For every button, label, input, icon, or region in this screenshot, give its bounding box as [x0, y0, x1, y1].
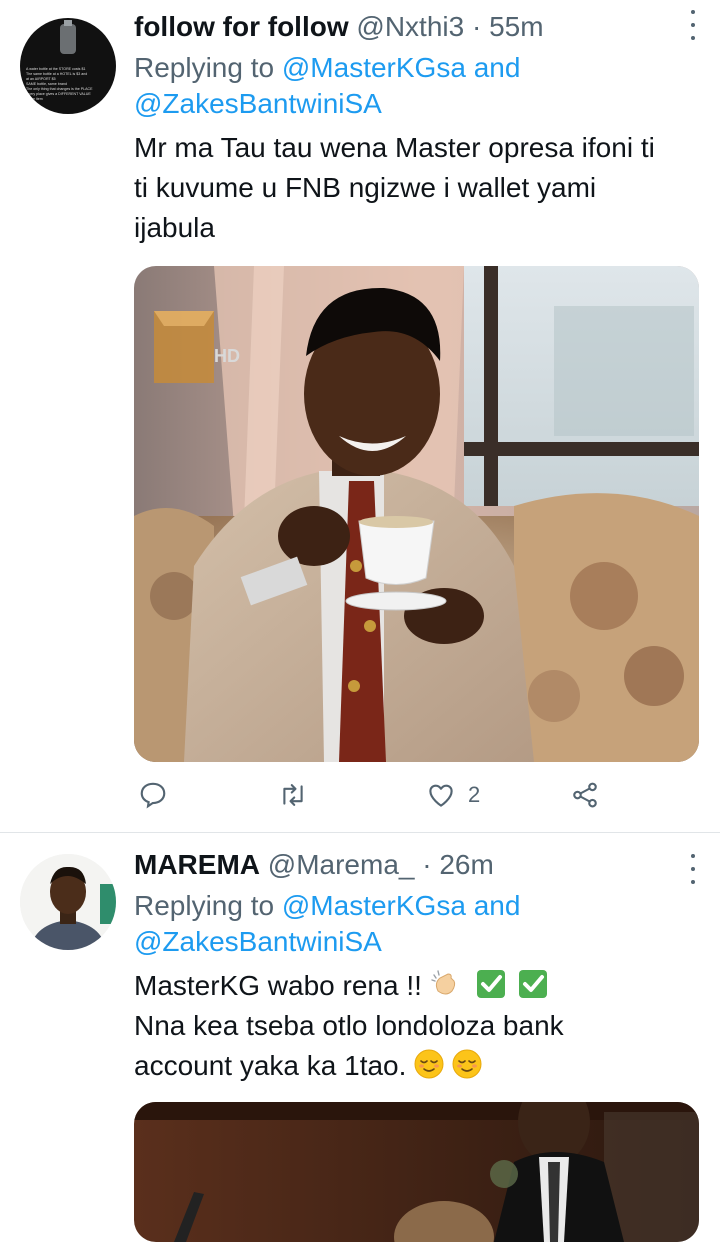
replying-to-label: Replying to [134, 890, 275, 921]
tweet-header: MAREMA @Marema_ · 26m [134, 848, 699, 882]
tweet-time[interactable]: 26m [439, 849, 493, 880]
reply-mention-masterkgsa[interactable]: @MasterKGsa [282, 890, 466, 921]
replying-to-label: Replying to [134, 52, 275, 83]
replying-to-line-2: @ZakesBantwiniSA [134, 924, 699, 960]
reply-mention-zakesbantwinisa[interactable]: @ZakesBantwiniSA [134, 88, 382, 119]
clap-emoji [430, 970, 455, 995]
svg-text:A water bottle at the STORE co: A water bottle at the STORE costs $1 [26, 67, 85, 71]
photo-illustration [134, 1102, 699, 1242]
user-handle[interactable]: @Nxthi3 [356, 11, 464, 42]
display-name[interactable]: follow for follow [134, 11, 349, 42]
share-icon [573, 782, 597, 808]
tweet-1[interactable]: A water bottle at the STORE costs $1 The… [0, 0, 720, 830]
tweet-divider [0, 832, 720, 833]
reply-icon [140, 782, 166, 809]
reply-button[interactable] [138, 780, 180, 810]
avatar-image: A water bottle at the STORE costs $1 The… [20, 18, 116, 114]
svg-text:The only thing that changes is: The only thing that changes is the PLACE [26, 87, 93, 91]
display-name[interactable]: MAREMA [134, 849, 260, 880]
tweet-2[interactable]: MAREMA @Marema_ · 26m Replying to @Maste… [0, 834, 720, 1242]
tweet-text-line: account yaka ka 1tao. [134, 1046, 699, 1086]
svg-text:SAME bottle, same brand: SAME bottle, same brand [26, 82, 67, 86]
tweet-text-line: ti kuvume u FNB ngizwe i wallet yami [134, 172, 597, 203]
relieved-emoji [452, 1049, 482, 1079]
tweet-text-line: Mr ma Tau tau wena Master opresa ifoni t… [134, 132, 655, 163]
like-button[interactable]: 2 [426, 780, 480, 810]
reply-and-text: and [473, 52, 521, 83]
photo-illustration: HD [134, 266, 699, 762]
more-icon[interactable] [688, 10, 698, 40]
reply-and-text: and [473, 890, 521, 921]
tweet-text-line: ijabula [134, 212, 215, 243]
svg-text:The same bottle at a HOTEL is: The same bottle at a HOTEL is $3 and [26, 72, 87, 76]
tweet-header: follow for follow @Nxthi3 · 55m [134, 10, 699, 44]
share-button[interactable] [570, 780, 600, 810]
retweet-icon [283, 784, 303, 806]
svg-text:Every place gives a DIFFERENT: Every place gives a DIFFERENT VALUE [26, 92, 91, 96]
replying-to: Replying to @MasterKGsa and [134, 888, 699, 924]
relieved-emoji [414, 1049, 444, 1079]
replying-to: Replying to @MasterKGsa and [134, 50, 699, 86]
like-count: 2 [468, 782, 481, 807]
like-icon [429, 784, 453, 807]
time-separator: · [422, 849, 432, 880]
avatar-nxthi3[interactable]: A water bottle at the STORE costs $1 The… [20, 18, 116, 114]
avatar-image [20, 854, 116, 950]
retweet-button[interactable] [277, 780, 321, 810]
tweet-photo[interactable]: HD [134, 266, 699, 762]
tweet-text-segment: account yaka ka 1tao. [134, 1050, 407, 1081]
tweet-actions: 2 [134, 780, 614, 820]
check-emoji [519, 970, 548, 998]
svg-text:to the item: to the item [26, 97, 43, 101]
user-handle[interactable]: @Marema_ [268, 849, 415, 880]
reply-mention-zakesbantwinisa[interactable]: @ZakesBantwiniSA [134, 926, 382, 957]
tweet-text-segment: MasterKG wabo rena !! [134, 970, 422, 1001]
svg-text:HD: HD [214, 346, 240, 366]
replying-to-line-2: @ZakesBantwiniSA [134, 86, 699, 122]
avatar-marema[interactable] [20, 854, 116, 950]
tweet-text: MasterKG wabo rena !! Nna kea tseba otlo… [134, 966, 699, 1086]
tweet-photo[interactable] [134, 1102, 699, 1242]
svg-text:at an AIRPORT $5: at an AIRPORT $5 [26, 77, 56, 81]
tweet-text-line: MasterKG wabo rena !! [134, 966, 699, 1006]
check-emoji [477, 970, 506, 998]
reply-mention-masterkgsa[interactable]: @MasterKGsa [282, 52, 466, 83]
tweet-text: Mr ma Tau tau wena Master opresa ifoni t… [134, 128, 699, 248]
more-icon[interactable] [688, 854, 698, 884]
tweet-text-line: Nna kea tseba otlo londoloza bank [134, 1010, 564, 1041]
tweet-time[interactable]: 55m [489, 11, 543, 42]
time-separator: · [471, 11, 482, 42]
